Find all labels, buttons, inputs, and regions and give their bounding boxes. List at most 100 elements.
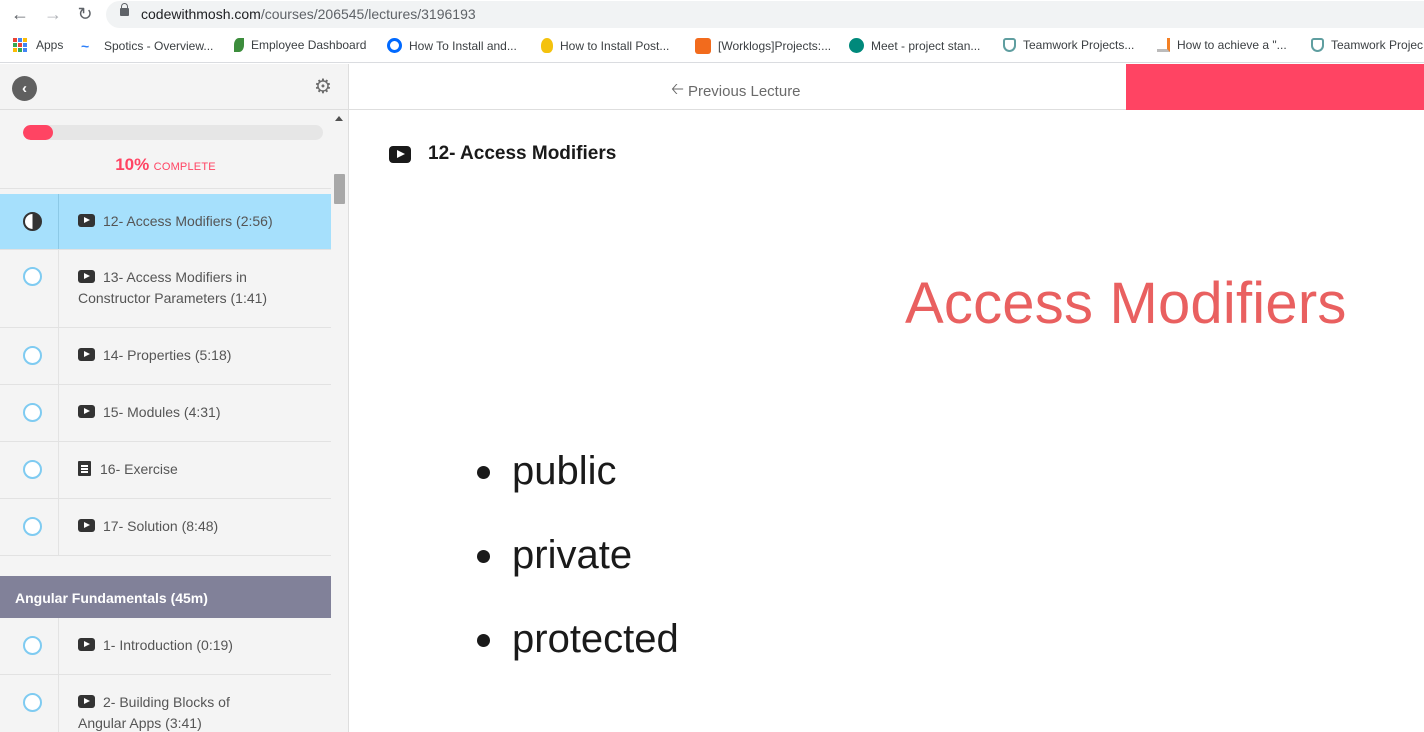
meet-icon (849, 38, 864, 53)
url-host: codewithmosh.com (141, 6, 261, 22)
video-icon (78, 405, 95, 418)
section-lecture-list: 1- Introduction (0:19) 2- Building Block… (0, 618, 331, 732)
lecture-divider (58, 442, 59, 498)
lock-icon (120, 3, 129, 16)
progress-bar (23, 125, 323, 140)
slide-title: Access Modifiers (905, 271, 1347, 336)
lecture-divider (58, 499, 59, 555)
lecture-title: 16- Exercise (78, 459, 279, 480)
slide-bullet: public (476, 445, 679, 529)
incomplete-status-icon[interactable] (23, 403, 42, 422)
lecture-divider (58, 194, 59, 249)
sidebar-header: ‹ ⚙ (0, 64, 348, 110)
back-to-course-icon[interactable]: ‹ (12, 76, 37, 101)
browser-back-icon[interactable]: ← (8, 3, 32, 25)
lecture-title: 17- Solution (8:48) (78, 516, 279, 537)
lecture-item[interactable]: 14- Properties (5:18) (0, 328, 331, 385)
bookmark-label: Apps (36, 38, 64, 52)
previous-lecture-button[interactable]: 🡠 Previous Lecture (671, 78, 801, 105)
bookmark-item[interactable]: Employee Dashboard (234, 38, 366, 52)
progress-text: 10% COMPLETE (0, 155, 331, 175)
bookmark-item[interactable]: How to achieve a "... (1157, 38, 1287, 52)
incomplete-status-icon[interactable] (23, 693, 42, 712)
lecture-heading: 12- Access Modifiers (389, 143, 616, 165)
video-icon (78, 638, 95, 651)
bookmark-apps[interactable]: Apps (13, 38, 63, 52)
half-complete-status-icon[interactable] (23, 212, 42, 231)
youtube-play-icon (389, 145, 411, 163)
lecture-item[interactable]: 16- Exercise (0, 442, 331, 499)
progress-bar-fill (23, 125, 53, 140)
bookmark-item[interactable]: ~ Spotics - Overview... (81, 38, 213, 54)
stackoverflow-icon (1157, 38, 1170, 52)
bookmark-item[interactable]: How To Install and... (387, 38, 517, 53)
progress-percent: 10% (115, 155, 150, 174)
spotics-icon: ~ (81, 38, 90, 54)
browser-reload-icon[interactable]: ↻ (73, 3, 97, 25)
previous-lecture-label: Previous Lecture (687, 83, 801, 100)
bookmark-label: How to Install Post... (560, 38, 670, 53)
section-header: Angular Fundamentals (45m) (0, 576, 331, 618)
bookmark-label: [Worklogs]Projects:... (718, 39, 832, 53)
bookmark-item[interactable]: Meet - project stan... (849, 38, 980, 53)
lecture-item[interactable]: 2- Building Blocks of Angular Apps (3:41… (0, 675, 331, 732)
lecture-divider (58, 675, 59, 732)
teamwork-icon (1003, 38, 1016, 52)
video-icon (78, 348, 95, 361)
browser-toolbar: ← → ↻ codewithmosh.com/courses/206545/le… (0, 0, 1424, 30)
url-path: /courses/206545/lectures/3196193 (260, 6, 476, 22)
lecture-title-text: 14- Properties (5:18) (103, 347, 232, 363)
bookmark-item[interactable]: How to Install Post... (541, 38, 669, 53)
slide-bullet: protected (476, 613, 679, 697)
lecture-divider (58, 618, 59, 674)
lecture-title: 15- Modules (4:31) (78, 402, 279, 423)
bookmark-item[interactable]: [Worklogs]Projects:... (695, 38, 831, 54)
video-icon (78, 519, 95, 532)
lecture-nav-bar: 🡠 Previous Lecture › (349, 64, 1424, 110)
url-text[interactable]: codewithmosh.com/courses/206545/lectures… (141, 6, 476, 22)
bookmark-item[interactable]: Teamwork Projects... (1003, 38, 1134, 52)
bookmark-label: How to achieve a "... (1177, 38, 1287, 52)
sidebar-scrollbar-thumb[interactable] (334, 174, 345, 204)
gear-icon[interactable]: ⚙ (313, 77, 333, 97)
bookmark-label: Teamwork Projec (1331, 38, 1424, 52)
lecture-item[interactable]: 1- Introduction (0:19) (0, 618, 331, 675)
incomplete-status-icon[interactable] (23, 346, 42, 365)
address-bar[interactable]: codewithmosh.com/courses/206545/lectures… (106, 1, 1424, 28)
incomplete-status-icon[interactable] (23, 267, 42, 286)
bookmarks-bar: Apps ~ Spotics - Overview... Employee Da… (0, 30, 1424, 63)
lecture-title-text: 17- Solution (8:48) (103, 518, 219, 534)
bookmark-item[interactable]: Teamwork Projec (1311, 38, 1423, 52)
digitalocean-icon (387, 38, 402, 53)
teamwork-icon (1311, 38, 1324, 52)
lecture-title-text: 2- Building Blocks of Angular Apps (3:41… (78, 694, 230, 731)
bookmark-label: Meet - project stan... (871, 38, 981, 53)
incomplete-status-icon[interactable] (23, 460, 42, 479)
incomplete-status-icon[interactable] (23, 517, 42, 536)
video-icon (78, 214, 95, 227)
arrow-left-icon: 🡠 (671, 81, 684, 98)
lecture-title-text: 16- Exercise (100, 461, 178, 477)
lecture-item[interactable]: 12- Access Modifiers (2:56) (0, 194, 331, 250)
video-icon (78, 695, 95, 708)
bookmark-label: Spotics - Overview... (104, 39, 214, 53)
lecture-title-text: 12- Access Modifiers (2:56) (103, 213, 273, 229)
lecture-title-text: 1- Introduction (0:19) (103, 637, 233, 653)
lecture-item[interactable]: 17- Solution (8:48) (0, 499, 331, 556)
lecture-item[interactable]: 15- Modules (4:31) (0, 385, 331, 442)
lightbulb-icon (541, 38, 553, 53)
lecture-title-text: 15- Modules (4:31) (103, 404, 221, 420)
leaf-icon (234, 38, 244, 52)
complete-and-continue-button[interactable]: › (1126, 64, 1424, 110)
lecture-heading-title: 12- Access Modifiers (428, 143, 617, 164)
scroll-up-arrow-icon[interactable] (335, 116, 343, 121)
lecture-divider (58, 385, 59, 441)
incomplete-status-icon[interactable] (23, 636, 42, 655)
bookmark-label: How To Install and... (409, 38, 517, 53)
bookmark-label: Teamwork Projects... (1023, 38, 1135, 52)
lecture-title: 2- Building Blocks of Angular Apps (3:41… (78, 692, 279, 732)
lecture-item[interactable]: 13- Access Modifiers in Constructor Para… (0, 250, 331, 328)
video-icon (78, 270, 95, 283)
browser-forward-icon[interactable]: → (41, 3, 65, 25)
lecture-title-text: 13- Access Modifiers in Constructor Para… (78, 269, 268, 306)
